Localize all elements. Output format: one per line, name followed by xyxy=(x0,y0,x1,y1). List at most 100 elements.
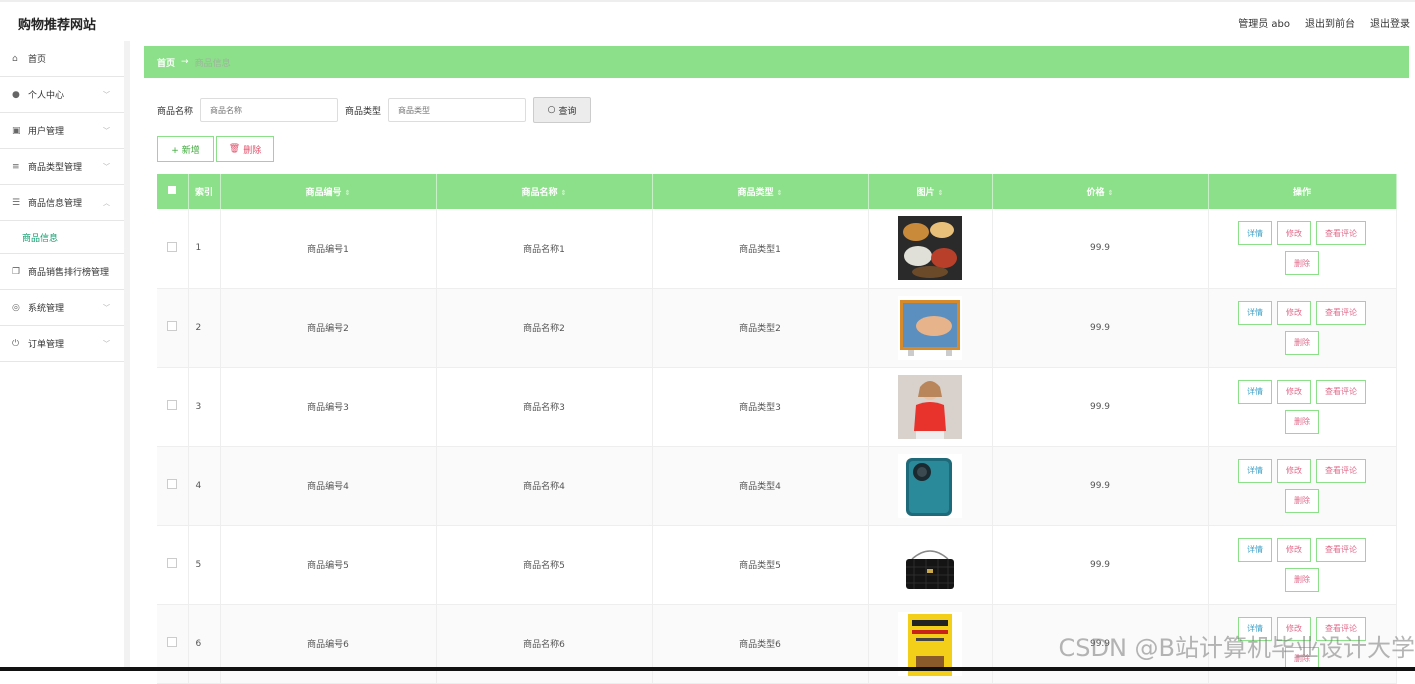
column-header-price[interactable]: 价格 ⇕ xyxy=(992,174,1209,209)
product-code: 商品编号2 xyxy=(220,288,437,367)
detail-button[interactable]: 详情 xyxy=(1238,458,1272,483)
name-search-input[interactable] xyxy=(200,98,339,122)
sidebar-item-product-info-management[interactable]: ☰ 商品信息管理 ︿ xyxy=(0,185,124,221)
edit-button[interactable]: 修改 xyxy=(1277,300,1311,325)
sort-icon[interactable]: ⇕ xyxy=(777,189,783,197)
sidebar-item-sales-ranking-management[interactable]: ❐ 商品销售排行榜管理 xyxy=(0,254,124,290)
chevron-down-icon: ﹀ xyxy=(103,126,110,135)
column-header-type[interactable]: 商品类型 ⇕ xyxy=(652,174,869,209)
query-button[interactable]: ○ 查询 xyxy=(533,97,592,123)
product-type: 商品类型2 xyxy=(652,288,869,367)
product-price: 99.9 xyxy=(992,288,1209,367)
table-row: 2 商品编号2 商品名称2 商品类型2 99.9 详情 修改 查看评论 删除 xyxy=(157,288,1397,367)
row-checkbox[interactable] xyxy=(157,288,189,367)
row-checkbox[interactable] xyxy=(157,446,189,525)
view-reviews-button[interactable]: 查看评论 xyxy=(1316,379,1366,404)
sidebar-item-home[interactable]: ⌂ 首页 xyxy=(0,41,124,77)
chevron-down-icon: ﹀ xyxy=(103,162,110,171)
view-reviews-button[interactable]: 查看评论 xyxy=(1316,537,1366,562)
column-header-image[interactable]: 图片 ⇕ xyxy=(868,174,993,209)
top-right-links: 管理员 abo 退出到前台 退出登录 xyxy=(1238,15,1410,30)
delete-button[interactable]: 删除 xyxy=(1285,409,1319,434)
row-checkbox[interactable] xyxy=(157,604,189,683)
product-table: 索引 商品编号 ⇕ 商品名称 ⇕ 商品类型 ⇕ 图片 ⇕ 价格 ⇕ 操作 1 商品编号1 商品… xyxy=(157,174,1397,684)
logout-link[interactable]: 退出登录 xyxy=(1370,15,1410,30)
sort-icon[interactable]: ⇕ xyxy=(1108,189,1114,197)
clipboard-icon: ▣ xyxy=(12,125,21,136)
row-checkbox[interactable] xyxy=(157,525,189,604)
type-search-input[interactable] xyxy=(388,98,527,122)
table-row: 1 商品编号1 商品名称1 商品类型1 99.9 详情 修改 查看评论 删除 xyxy=(157,209,1397,288)
sidebar-item-label: 个人中心 xyxy=(28,91,65,101)
product-name: 商品名称6 xyxy=(436,604,653,683)
sidebar-item-user-management[interactable]: ▣ 用户管理 ﹀ xyxy=(0,113,124,149)
row-actions: 详情 修改 查看评论删除 xyxy=(1208,525,1397,604)
watermark: CSDN @B站计算机毕业设计大学 xyxy=(1058,634,1415,662)
select-all-checkbox[interactable] xyxy=(157,174,189,209)
column-header-label: 商品编号 xyxy=(305,188,342,198)
sort-icon[interactable]: ⇕ xyxy=(345,189,351,197)
delete-button[interactable]: 删除 xyxy=(1285,251,1319,276)
breadcrumb-home[interactable]: 首页 xyxy=(157,56,175,69)
add-button[interactable]: + 新增 xyxy=(157,136,214,162)
sidebar-item-label: 商品信息管理 xyxy=(28,199,83,209)
column-header-name[interactable]: 商品名称 ⇕ xyxy=(436,174,653,209)
detail-button[interactable]: 详情 xyxy=(1238,537,1272,562)
row-checkbox[interactable] xyxy=(157,367,189,446)
product-price: 99.9 xyxy=(992,446,1209,525)
batch-delete-button[interactable]: 🗑 删除 xyxy=(216,136,274,162)
smartphone-image xyxy=(898,453,962,518)
edit-button[interactable]: 修改 xyxy=(1277,537,1311,562)
type-search-label: 商品类型 xyxy=(345,106,382,117)
row-index: 5 xyxy=(188,525,221,604)
tv-image xyxy=(898,295,962,360)
action-bar: + 新增 🗑 删除 xyxy=(157,136,274,162)
view-reviews-button[interactable]: 查看评论 xyxy=(1316,221,1366,246)
sidebar-item-label: 系统管理 xyxy=(28,304,65,314)
home-icon: ⌂ xyxy=(12,53,18,64)
column-header-label: 图片 xyxy=(916,188,935,198)
sort-icon[interactable]: ⇕ xyxy=(561,189,567,197)
row-index: 6 xyxy=(188,604,221,683)
black-handbag-image xyxy=(898,532,962,597)
edit-button[interactable]: 修改 xyxy=(1277,458,1311,483)
edit-button[interactable]: 修改 xyxy=(1277,221,1311,246)
row-checkbox[interactable] xyxy=(157,209,189,288)
product-code: 商品编号1 xyxy=(220,209,437,288)
column-header-label: 商品类型 xyxy=(737,188,774,198)
row-actions: 详情 修改 查看评论删除 xyxy=(1208,288,1397,367)
yellow-book-image xyxy=(898,611,962,676)
column-header-index: 索引 xyxy=(188,174,221,209)
view-reviews-button[interactable]: 查看评论 xyxy=(1316,458,1366,483)
sidebar-item-product-type-management[interactable]: ≡ 商品类型管理 ﹀ xyxy=(0,149,124,185)
column-header-actions: 操作 xyxy=(1208,174,1397,209)
edit-button[interactable]: 修改 xyxy=(1277,379,1311,404)
product-code: 商品编号3 xyxy=(220,367,437,446)
product-name: 商品名称1 xyxy=(436,209,653,288)
sort-icon[interactable]: ⇕ xyxy=(938,189,944,197)
chevron-down-icon: ﹀ xyxy=(103,90,110,99)
product-name: 商品名称3 xyxy=(436,367,653,446)
sidebar-subitem-product-info[interactable]: 商品信息 xyxy=(0,221,124,254)
detail-button[interactable]: 详情 xyxy=(1238,300,1272,325)
delete-button[interactable]: 删除 xyxy=(1285,330,1319,355)
row-index: 2 xyxy=(188,288,221,367)
top-bar: 购物推荐网站 管理员 abo 退出到前台 退出登录 xyxy=(0,0,1415,41)
user-icon: ● xyxy=(12,89,20,100)
sidebar-item-order-management[interactable]: ⏻ 订单管理 ﹀ xyxy=(0,326,124,362)
column-header-code[interactable]: 商品编号 ⇕ xyxy=(220,174,437,209)
detail-button[interactable]: 详情 xyxy=(1238,221,1272,246)
delete-button[interactable]: 删除 xyxy=(1285,567,1319,592)
sidebar-item-system-management[interactable]: ◎ 系统管理 ﹀ xyxy=(0,290,124,326)
back-to-front-link[interactable]: 退出到前台 xyxy=(1305,15,1355,30)
row-actions: 详情 修改 查看评论删除 xyxy=(1208,209,1397,288)
sidebar-item-label: 商品销售排行榜管理 xyxy=(28,268,110,278)
detail-button[interactable]: 详情 xyxy=(1238,379,1272,404)
delete-button[interactable]: 删除 xyxy=(1285,488,1319,513)
site-brand: 购物推荐网站 xyxy=(18,18,97,33)
trash-icon: 🗑 xyxy=(228,144,241,154)
product-image-cell xyxy=(868,446,993,525)
chevron-up-icon: ︿ xyxy=(103,198,110,207)
sidebar-item-personal-center[interactable]: ● 个人中心 ﹀ xyxy=(0,77,124,113)
view-reviews-button[interactable]: 查看评论 xyxy=(1316,300,1366,325)
